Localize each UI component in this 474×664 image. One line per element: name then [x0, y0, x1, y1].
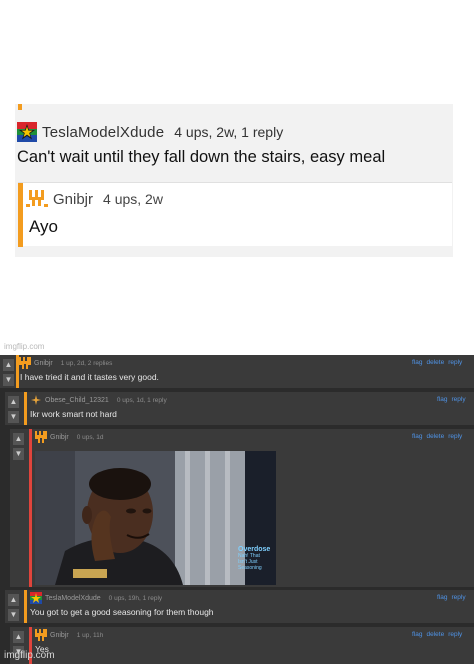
reply-link[interactable]: reply: [451, 594, 465, 601]
comment-actions: flag reply: [437, 594, 466, 601]
comment-header: Gnibjr 1 up, 2d, 2 replies: [19, 357, 112, 369]
comment-accent-bar: [24, 590, 27, 623]
top-reply-meta: 4 ups, 2w: [103, 191, 163, 207]
comment-accent-bar: [29, 429, 32, 587]
downvote-icon[interactable]: ▼: [8, 411, 19, 423]
comment-username[interactable]: Obese_Child_12321: [45, 397, 109, 404]
comment-meta: 0 ups, 19h, 1 reply: [108, 594, 163, 602]
accent-stub: [18, 104, 22, 110]
comment-meta: 1 up, 2d, 2 replies: [60, 359, 113, 367]
downvote-icon[interactable]: ▼: [13, 448, 24, 460]
top-comment-meta: 4 ups, 2w, 1 reply: [174, 124, 284, 140]
pixel-avatar-icon[interactable]: [26, 188, 48, 210]
upvote-icon[interactable]: ▲: [13, 631, 24, 643]
delete-link[interactable]: delete: [426, 631, 444, 638]
comment-thread: ▲ ▼ Gnibjr 1 up, 2d, 2 replies I have tr…: [0, 355, 474, 664]
comment-actions: flag delete reply: [412, 359, 462, 366]
pixel-avatar-icon[interactable]: [35, 629, 47, 641]
flag-avatar-icon[interactable]: [17, 122, 37, 142]
flag-link[interactable]: flag: [412, 433, 422, 440]
comment-text: I have tried it and it tastes very good.: [20, 372, 159, 382]
downvote-icon[interactable]: ▼: [3, 374, 14, 386]
downvote-icon[interactable]: ▼: [8, 609, 19, 621]
flag-link[interactable]: flag: [412, 631, 422, 638]
comment-meta: 0 ups, 1d, 1 reply: [116, 396, 167, 404]
comment-header: TeslaModelXdude 0 ups, 19h, 1 reply: [30, 592, 162, 604]
top-comment-screenshot: TeslaModelXdude 4 ups, 2w, 1 reply Can't…: [0, 0, 474, 355]
top-reply-text: Ayo: [29, 217, 58, 236]
comment-accent-bar: [24, 392, 27, 425]
pixel-avatar-icon[interactable]: [19, 357, 31, 369]
flag-avatar-icon[interactable]: [30, 592, 42, 604]
top-comment-header: TeslaModelXdude 4 ups, 2w, 1 reply: [17, 120, 283, 144]
comment-text: You got to get a good seasoning for them…: [30, 607, 214, 617]
top-comment-username[interactable]: TeslaModelXdude: [42, 124, 164, 141]
comment-header: Obese_Child_12321 0 ups, 1d, 1 reply: [30, 394, 167, 406]
reply-link[interactable]: reply: [448, 433, 462, 440]
comment-actions: flag reply: [437, 396, 466, 403]
reply-accent-bar: [18, 183, 23, 247]
comment-username[interactable]: Gnibjr: [34, 360, 53, 367]
meme-image[interactable]: Overdose Nah! That Isn't Just Seasoning: [35, 451, 276, 585]
flag-link[interactable]: flag: [437, 396, 447, 403]
reply-link[interactable]: reply: [448, 359, 462, 366]
upvote-icon[interactable]: ▲: [3, 359, 14, 371]
comment-header: Gnibjr 0 ups, 1d: [35, 431, 103, 443]
comment-text: Ikr work smart not hard: [30, 409, 117, 419]
comment-meta: 0 ups, 1d: [76, 433, 104, 441]
upvote-icon[interactable]: ▲: [8, 396, 19, 408]
pixel-avatar-icon[interactable]: [35, 431, 47, 443]
top-comment-text: Can't wait until they fall down the stai…: [17, 148, 386, 166]
comment-username[interactable]: TeslaModelXdude: [45, 595, 101, 602]
top-reply-header: Gnibjr 4 ups, 2w: [26, 188, 163, 210]
comment-4: ▲ ▼ TeslaModelXdude 0 ups, 19h, 1 reply …: [5, 590, 474, 623]
comment-actions: flag delete reply: [412, 631, 462, 638]
flag-link[interactable]: flag: [437, 594, 447, 601]
delete-link[interactable]: delete: [426, 433, 444, 440]
reply-link[interactable]: reply: [448, 631, 462, 638]
watermark: imgflip.com: [4, 650, 55, 661]
comment-2: ▲ ▼ Obese_Child_12321 0 ups, 1d, 1 reply…: [5, 392, 474, 425]
top-reply-card: Gnibjr 4 ups, 2w Ayo: [18, 182, 452, 247]
top-reply-username[interactable]: Gnibjr: [53, 191, 93, 208]
comment-username[interactable]: Gnibjr: [50, 632, 69, 639]
meme-caption-line: Seasoning: [238, 565, 262, 571]
comment-meta: 1 up, 11h: [76, 631, 104, 639]
delete-link[interactable]: delete: [426, 359, 444, 366]
upvote-icon[interactable]: ▲: [13, 433, 24, 445]
comment-actions: flag delete reply: [412, 433, 462, 440]
flag-link[interactable]: flag: [412, 359, 422, 366]
reply-link[interactable]: reply: [451, 396, 465, 403]
comment-header: Gnibjr 1 up, 11h: [35, 629, 103, 641]
meme-caption: Overdose Nah! That Isn't Just Seasoning: [238, 546, 272, 571]
comment-5: ▲ ▼ Gnibjr 1 up, 11h Yes flag delete rep…: [10, 627, 474, 664]
comment-1: ▲ ▼ Gnibjr 1 up, 2d, 2 replies I have tr…: [0, 355, 474, 388]
watermark: imgflip.com: [4, 342, 45, 351]
sparkle-avatar-icon[interactable]: [30, 394, 42, 406]
upvote-icon[interactable]: ▲: [8, 594, 19, 606]
comment-username[interactable]: Gnibjr: [50, 434, 69, 441]
